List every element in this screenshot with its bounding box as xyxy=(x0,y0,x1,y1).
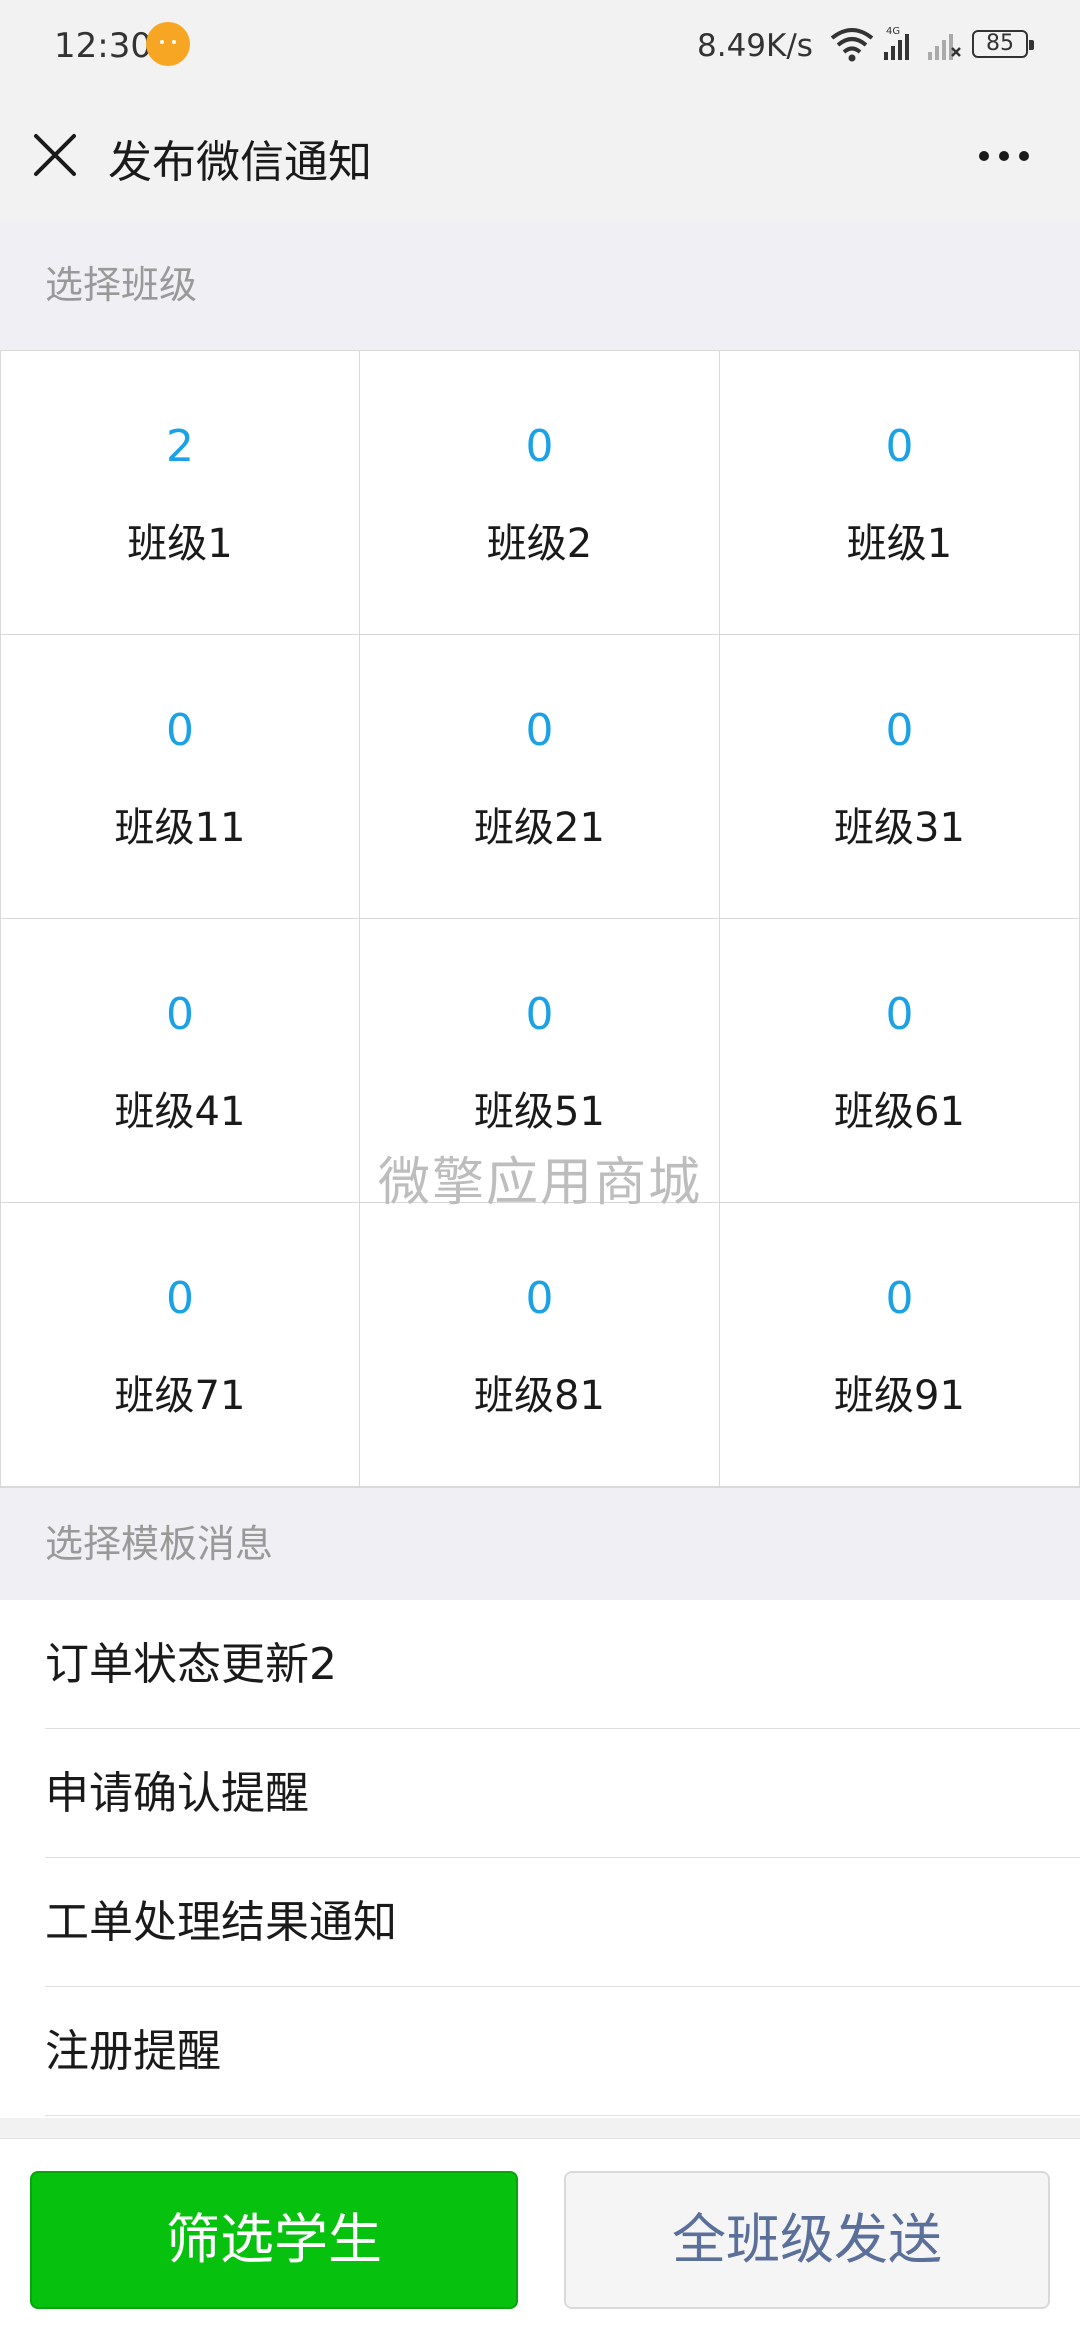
class-cell[interactable]: 0 班级1 xyxy=(720,351,1080,635)
template-item[interactable]: 订单状态更新2 xyxy=(45,1600,1080,1729)
class-count: 0 xyxy=(525,989,554,1040)
class-name: 班级91 xyxy=(834,1373,965,1419)
class-name: 班级51 xyxy=(474,1089,605,1135)
battery-icon: 85 xyxy=(972,30,1034,58)
classes-section-header: 选择班级 xyxy=(0,220,1080,350)
template-item[interactable]: 工单处理结果通知 xyxy=(45,1858,1080,1987)
class-cell[interactable]: 0 班级21 xyxy=(360,635,720,919)
action-bar: 筛选学生 全班级发送 xyxy=(0,2138,1080,2341)
class-name: 班级1 xyxy=(127,521,233,567)
class-name: 班级11 xyxy=(114,805,246,851)
class-count: 0 xyxy=(166,989,194,1040)
class-count: 0 xyxy=(885,989,914,1040)
class-name: 班级2 xyxy=(486,521,593,567)
templates-section-header: 选择模板消息 xyxy=(0,1488,1080,1600)
class-count: 0 xyxy=(885,421,914,472)
template-item[interactable]: 注册提醒 xyxy=(45,1987,1080,2116)
class-cell[interactable]: 2 班级1 xyxy=(0,351,360,635)
status-bar: 12:30 8.49K/s 4G 85 xyxy=(0,0,1080,92)
signal-icon: 4G xyxy=(884,26,909,60)
class-grid: 2 班级1 0 班级2 0 班级1 0 班级11 0 班级21 0 班级31 0… xyxy=(0,350,1080,1488)
class-name: 班级21 xyxy=(474,805,605,851)
class-count: 0 xyxy=(885,1273,914,1324)
send-all-classes-button[interactable]: 全班级发送 xyxy=(564,2171,1050,2309)
class-name: 班级61 xyxy=(834,1089,965,1135)
class-cell[interactable]: 0 班级2 xyxy=(360,351,720,635)
class-name: 班级31 xyxy=(834,805,965,851)
wifi-icon xyxy=(830,28,874,62)
class-count: 0 xyxy=(885,705,914,756)
class-count: 0 xyxy=(525,1273,554,1324)
chat-bubble-icon xyxy=(146,22,190,66)
class-name: 班级81 xyxy=(474,1373,605,1419)
more-icon[interactable] xyxy=(978,150,1030,162)
class-cell[interactable]: 0 班级91 xyxy=(720,1203,1080,1487)
class-name: 班级71 xyxy=(114,1373,246,1419)
template-item[interactable]: 申请确认提醒 xyxy=(45,1729,1080,1858)
class-cell[interactable]: 0 班级81 xyxy=(360,1203,720,1487)
network-speed: 8.49K/s xyxy=(697,28,813,64)
signal-no-service-icon xyxy=(928,34,961,60)
template-list: 订单状态更新2 申请确认提醒 工单处理结果通知 注册提醒 xyxy=(0,1600,1080,2118)
network-type-text: 4G xyxy=(886,26,900,37)
class-count: 0 xyxy=(525,421,554,472)
title-bar: 发布微信通知 xyxy=(0,92,1080,220)
class-count: 0 xyxy=(166,1273,194,1324)
class-cell[interactable]: 0 班级71 xyxy=(0,1203,360,1487)
class-cell[interactable]: 0 班级31 xyxy=(720,635,1080,919)
filter-students-button[interactable]: 筛选学生 xyxy=(30,2171,518,2309)
status-time: 12:30 xyxy=(54,26,152,66)
class-cell[interactable]: 0 班级11 xyxy=(0,635,360,919)
close-icon[interactable] xyxy=(32,132,78,178)
page-title: 发布微信通知 xyxy=(108,137,372,188)
class-name: 班级1 xyxy=(846,521,953,567)
class-count: 0 xyxy=(166,705,194,756)
class-name: 班级41 xyxy=(114,1089,246,1135)
class-count: 0 xyxy=(525,705,554,756)
class-count: 2 xyxy=(166,421,194,472)
watermark: 微擎应用商城 xyxy=(377,1153,702,1213)
